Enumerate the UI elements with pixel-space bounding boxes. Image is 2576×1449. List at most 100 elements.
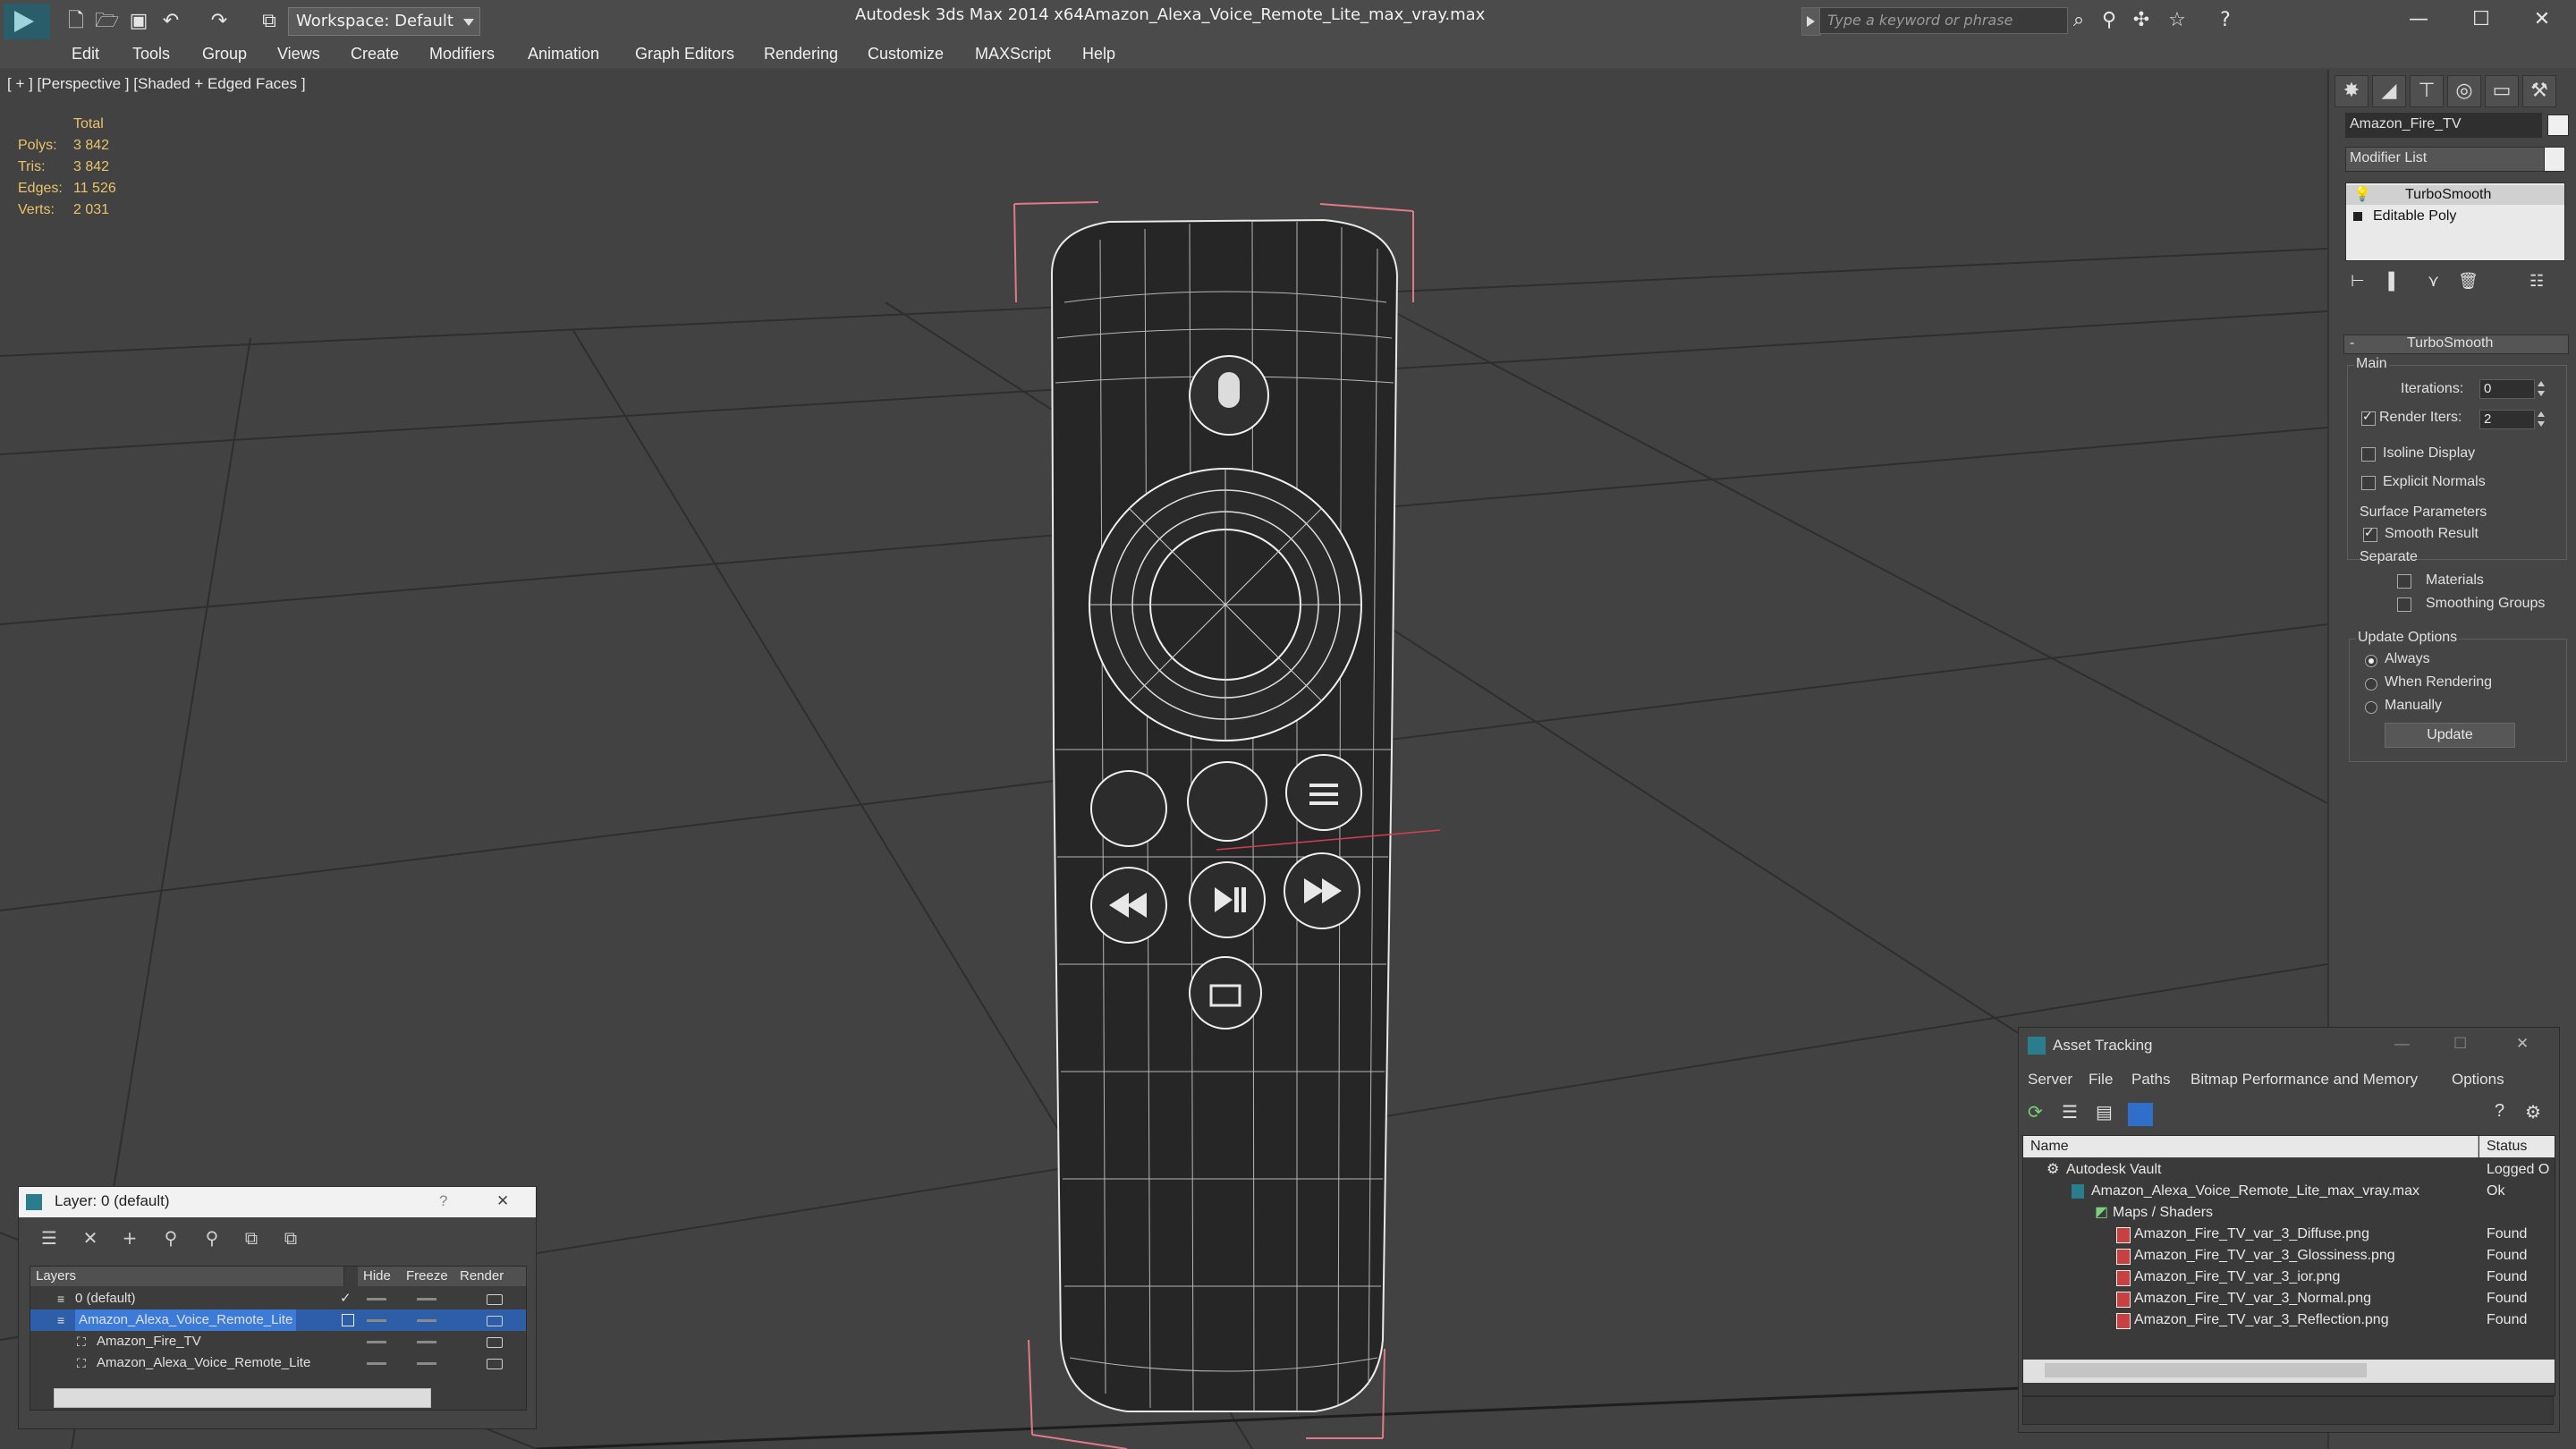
pin-stack-icon[interactable]: ⊢ bbox=[2351, 272, 2365, 291]
rollout-collapse-icon[interactable]: - bbox=[2350, 335, 2354, 352]
utilities-tab-icon[interactable]: ⚒ bbox=[2522, 75, 2556, 107]
layer-row-object-remote[interactable]: ⛶ Amazon_Alexa_Voice_Remote_Lite bbox=[30, 1352, 526, 1374]
tree-view-icon[interactable]: ▤ bbox=[2096, 1101, 2113, 1123]
menu-tools[interactable]: Tools bbox=[132, 45, 170, 64]
hierarchy-tab-icon[interactable]: ⊤ bbox=[2410, 75, 2444, 107]
app-logo-icon[interactable] bbox=[4, 4, 50, 39]
stack-item-editable-poly[interactable]: Editable Poly bbox=[2346, 207, 2564, 226]
asset-settings-icon[interactable]: ⚙ bbox=[2525, 1101, 2541, 1123]
col-render[interactable]: Render bbox=[454, 1267, 527, 1286]
asset-help-icon[interactable]: ? bbox=[2495, 1101, 2504, 1122]
undo-icon[interactable]: ↶ bbox=[159, 11, 182, 32]
layer-dialog-close-button[interactable]: ✕ bbox=[496, 1192, 509, 1210]
hide-toggle[interactable] bbox=[367, 1319, 386, 1322]
separate-materials-checkbox[interactable] bbox=[2397, 574, 2411, 589]
menu-graph-editors[interactable]: Graph Editors bbox=[635, 45, 734, 64]
menu-group[interactable]: Group bbox=[202, 45, 247, 64]
menu-animation[interactable]: Animation bbox=[528, 45, 599, 64]
asset-row-glossiness[interactable]: Amazon_Fire_TV_var_3_Glossiness.png Foun… bbox=[2023, 1245, 2555, 1267]
subscription-icon[interactable]: ✣ bbox=[2129, 9, 2154, 32]
active-layer-box[interactable] bbox=[342, 1314, 354, 1326]
select-objects-icon[interactable]: ⚲ bbox=[158, 1226, 183, 1250]
freeze-toggle[interactable] bbox=[417, 1362, 436, 1365]
asset-row-max-file[interactable]: Amazon_Alexa_Voice_Remote_Lite_max_vray.… bbox=[2023, 1181, 2555, 1202]
update-manually-radio[interactable] bbox=[2365, 701, 2377, 714]
asset-menu-file[interactable]: File bbox=[2089, 1071, 2113, 1089]
render-iters-spinner-arrows-icon[interactable] bbox=[2535, 410, 2547, 429]
create-tab-icon[interactable]: ✸ bbox=[2334, 75, 2368, 107]
hide-toggle[interactable] bbox=[367, 1341, 386, 1343]
refresh-icon[interactable]: ⟳ bbox=[2028, 1101, 2043, 1123]
binoculars-icon[interactable]: ⌕ bbox=[2066, 9, 2091, 32]
asset-tracking-titlebar[interactable]: Asset Tracking — ☐ ✕ bbox=[2019, 1028, 2559, 1065]
isoline-display-checkbox[interactable] bbox=[2361, 447, 2376, 462]
asset-close-icon[interactable]: ✕ bbox=[2516, 1035, 2529, 1053]
stack-item-turbosmooth[interactable]: 💡 TurboSmooth bbox=[2346, 185, 2564, 205]
hide-toggle[interactable] bbox=[367, 1298, 386, 1301]
asset-row-diffuse[interactable]: Amazon_Fire_TV_var_3_Diffuse.png Found bbox=[2023, 1224, 2555, 1245]
update-when-rendering-radio[interactable] bbox=[2365, 678, 2377, 691]
redo-icon[interactable]: ↷ bbox=[208, 11, 231, 32]
show-end-result-icon[interactable]: ▐ bbox=[2383, 272, 2394, 291]
menu-views[interactable]: Views bbox=[277, 45, 320, 64]
favorites-star-icon[interactable]: ☆ bbox=[2165, 9, 2190, 32]
render-iters-spinner[interactable]: 2 bbox=[2479, 410, 2535, 429]
remove-modifier-icon[interactable]: 🗑 bbox=[2458, 272, 2479, 291]
asset-horizontal-scrollbar[interactable] bbox=[2023, 1360, 2555, 1383]
menu-create[interactable]: Create bbox=[351, 45, 399, 64]
configure-sets-icon[interactable]: ☷ bbox=[2529, 272, 2544, 291]
layer-horizontal-scrollbar[interactable] bbox=[54, 1388, 431, 1408]
freeze-toggle[interactable] bbox=[417, 1319, 436, 1322]
hide-all-layers-icon[interactable]: ⧉ bbox=[239, 1226, 264, 1250]
bulb-icon[interactable]: 💡 bbox=[2353, 185, 2371, 203]
maximize-button[interactable]: ☐ bbox=[2451, 0, 2512, 39]
render-iters-checkbox[interactable] bbox=[2361, 410, 2376, 426]
col-freeze[interactable]: Freeze bbox=[401, 1267, 455, 1286]
save-icon[interactable]: ▣ bbox=[127, 11, 150, 32]
asset-scroll-thumb[interactable] bbox=[2045, 1363, 2367, 1377]
freeze-toggle[interactable] bbox=[417, 1298, 436, 1301]
menu-help[interactable]: Help bbox=[1082, 45, 1115, 64]
expand-icon[interactable] bbox=[2353, 212, 2362, 221]
workspace-dropdown[interactable]: Workspace: Default bbox=[288, 7, 467, 36]
asset-row-normal[interactable]: Amazon_Fire_TV_var_3_Normal.png Found bbox=[2023, 1288, 2555, 1309]
workspace-dropdown-arrow-icon[interactable] bbox=[458, 7, 480, 36]
freeze-all-layers-icon[interactable]: ⧉ bbox=[278, 1226, 303, 1250]
delete-layer-icon[interactable]: ✕ bbox=[78, 1226, 103, 1250]
menu-edit[interactable]: Edit bbox=[72, 45, 99, 64]
menu-maxscript[interactable]: MAXScript bbox=[975, 45, 1051, 64]
list-view-icon[interactable]: ☰ bbox=[2062, 1101, 2078, 1123]
layer-row-object-fire-tv[interactable]: ⛶ Amazon_Fire_TV bbox=[30, 1331, 526, 1352]
col-hide[interactable]: Hide bbox=[358, 1267, 402, 1286]
hide-toggle[interactable] bbox=[367, 1362, 386, 1365]
col-name[interactable]: Name bbox=[2023, 1136, 2479, 1157]
object-color-swatch[interactable] bbox=[2547, 114, 2569, 136]
freeze-toggle[interactable] bbox=[417, 1341, 436, 1343]
make-unique-icon[interactable]: ⋎ bbox=[2428, 272, 2439, 291]
asset-row-vault[interactable]: ⚙ Autodesk Vault Logged O bbox=[2023, 1159, 2555, 1181]
separate-smoothing-groups-checkbox[interactable] bbox=[2397, 597, 2411, 612]
asset-row-reflection[interactable]: Amazon_Fire_TV_var_3_Reflection.png Foun… bbox=[2023, 1309, 2555, 1331]
asset-menu-bitmap-performance[interactable]: Bitmap Performance and Memory bbox=[2190, 1071, 2418, 1089]
layer-row-remote[interactable]: ≡ Amazon_Alexa_Voice_Remote_Lite bbox=[30, 1309, 526, 1331]
help-icon[interactable]: ? bbox=[2213, 9, 2238, 32]
search-expand-icon[interactable] bbox=[1801, 7, 1821, 36]
iterations-spinner-arrows-icon[interactable] bbox=[2535, 379, 2547, 399]
asset-row-maps-shaders[interactable]: ◩ Maps / Shaders bbox=[2023, 1202, 2555, 1224]
smooth-result-checkbox[interactable] bbox=[2363, 526, 2377, 542]
minimize-button[interactable]: — bbox=[2388, 0, 2449, 39]
explicit-normals-checkbox[interactable] bbox=[2361, 476, 2376, 490]
asset-menu-options[interactable]: Options bbox=[2452, 1071, 2504, 1089]
highlight-layer-icon[interactable]: ⚲ bbox=[199, 1226, 225, 1250]
menu-rendering[interactable]: Rendering bbox=[764, 45, 838, 64]
modify-tab-icon[interactable]: ◢ bbox=[2372, 75, 2406, 107]
close-button[interactable]: ✕ bbox=[2512, 0, 2572, 39]
asset-menu-server[interactable]: Server bbox=[2028, 1071, 2072, 1089]
add-to-layer-icon[interactable]: + bbox=[117, 1226, 142, 1250]
asset-path-field[interactable] bbox=[2022, 1396, 2554, 1425]
render-toggle-icon[interactable] bbox=[487, 1294, 503, 1305]
col-status[interactable]: Status bbox=[2479, 1136, 2555, 1157]
asset-row-ior[interactable]: Amazon_Fire_TV_var_3_ior.png Found bbox=[2023, 1267, 2555, 1288]
asset-minimize-icon[interactable]: — bbox=[2394, 1035, 2410, 1053]
motion-tab-icon[interactable]: ◎ bbox=[2447, 75, 2481, 107]
